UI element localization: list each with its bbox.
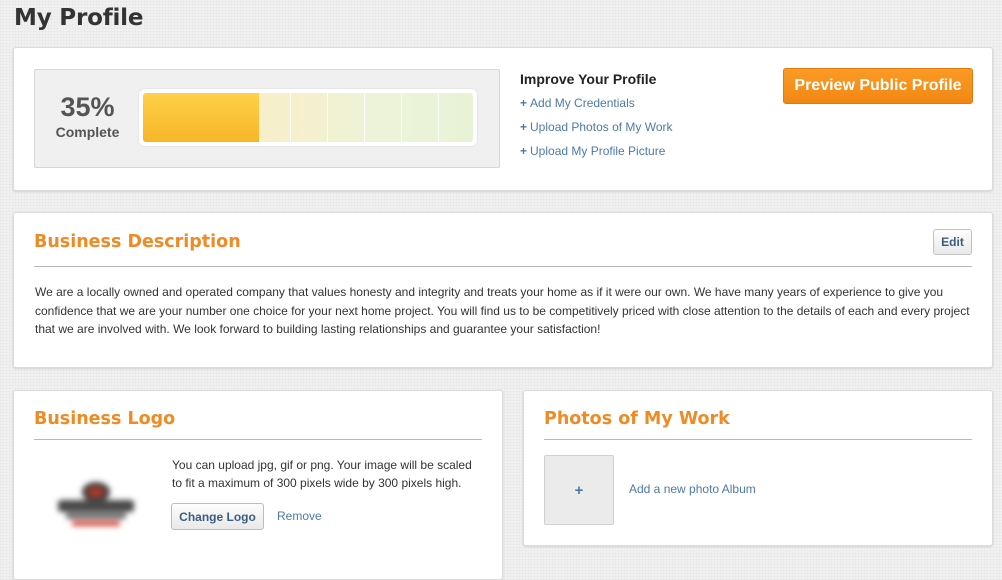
add-credentials-label: Add My Credentials (530, 96, 635, 110)
profile-progress-card: 35% Complete Improve Your Profile + Add M… (13, 47, 993, 191)
add-photo-album-link[interactable]: Add a new photo Album (629, 482, 756, 496)
upload-profile-picture-link[interactable]: + Upload My Profile Picture (520, 144, 673, 158)
progress-percent-block: 35% Complete (55, 92, 120, 140)
improve-profile-section: Improve Your Profile + Add My Credentials… (520, 71, 673, 168)
progress-complete-label: Complete (55, 124, 120, 140)
business-logo-card: Business Logo You can upload jpg, gif or… (13, 390, 503, 580)
remove-logo-link[interactable]: Remove (277, 509, 322, 523)
plus-icon: + (520, 144, 528, 158)
photos-of-work-card: Photos of My Work + Add a new photo Albu… (523, 390, 993, 546)
progress-percent: 35% (60, 92, 115, 122)
business-description-card: Business Description Edit We are a local… (13, 212, 993, 368)
change-logo-button[interactable]: Change Logo (171, 503, 264, 530)
page-title: My Profile (14, 5, 144, 31)
add-album-tile[interactable]: + (544, 455, 614, 525)
upload-profile-picture-label: Upload My Profile Picture (530, 144, 666, 158)
progress-bar-fill (143, 93, 259, 142)
edit-description-button[interactable]: Edit (933, 229, 972, 255)
progress-panel: 35% Complete (34, 69, 500, 168)
logo-upload-help: You can upload jpg, gif or png. Your ima… (172, 458, 472, 490)
add-credentials-link[interactable]: + Add My Credentials (520, 96, 673, 110)
improve-profile-title: Improve Your Profile (520, 71, 657, 87)
upload-photos-label: Upload Photos of My Work (530, 120, 673, 134)
upload-photos-link[interactable]: + Upload Photos of My Work (520, 120, 673, 134)
plus-icon: + (520, 120, 528, 134)
preview-public-profile-button[interactable]: Preview Public Profile (783, 68, 973, 104)
section-divider (34, 439, 482, 440)
plus-icon: + (520, 96, 528, 110)
progress-bar-track (143, 93, 473, 142)
business-logo-title: Business Logo (34, 409, 176, 429)
section-divider (34, 266, 972, 267)
business-logo-image (58, 482, 134, 526)
business-description-title: Business Description (34, 232, 241, 252)
progress-bar (139, 89, 477, 146)
photos-of-work-title: Photos of My Work (544, 409, 730, 429)
section-divider (544, 439, 972, 440)
business-description-text: We are a locally owned and operated comp… (35, 285, 970, 336)
plus-icon: + (574, 481, 584, 499)
